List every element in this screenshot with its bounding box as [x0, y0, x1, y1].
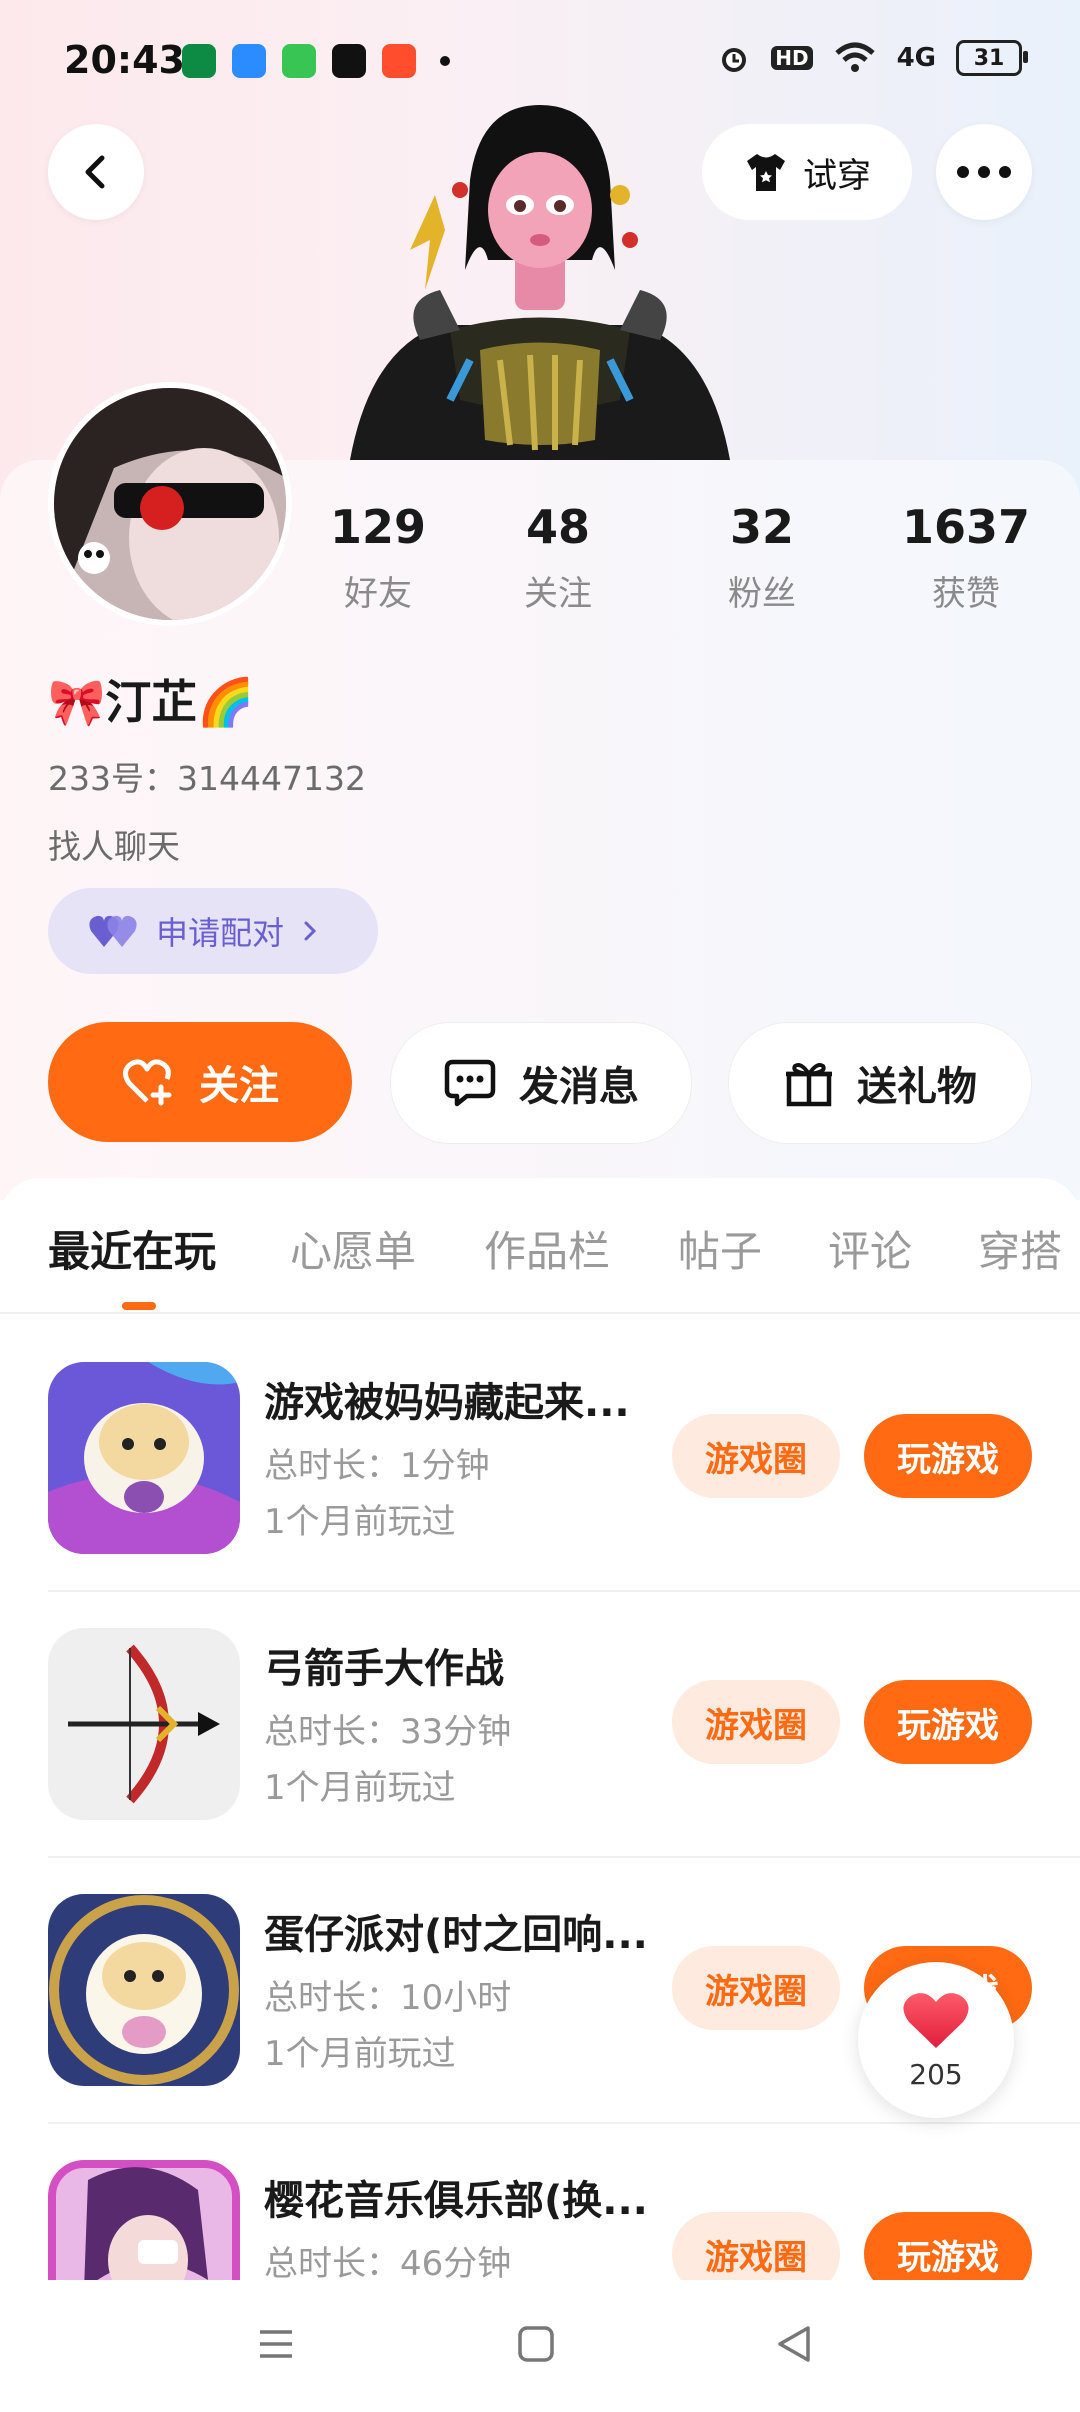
game-duration: 总时长：10小时 [264, 1978, 512, 2018]
like-count: 205 [909, 2057, 963, 2091]
system-back-button[interactable] [774, 2324, 814, 2368]
stat-fans-label: 粉丝 [728, 574, 796, 614]
row-divider [48, 1856, 1080, 1858]
send-message-label: 发消息 [519, 1064, 639, 1110]
play-game-button[interactable]: 玩游戏 [864, 1680, 1032, 1764]
stat-fans[interactable]: 32 粉丝 [682, 500, 842, 615]
wifi-icon [834, 42, 875, 72]
notification-icons [182, 44, 450, 78]
game-last-played: 1个月前玩过 [264, 1768, 456, 1808]
alarm-icon [722, 48, 747, 72]
send-gift-label: 送礼物 [857, 1064, 977, 1110]
stat-likes-label: 获赞 [932, 574, 1000, 614]
stat-following-value: 48 [525, 500, 590, 554]
game-title: 游戏被妈妈藏起来... [264, 1380, 630, 1426]
gift-icon [786, 1063, 832, 1107]
tab-divider [0, 1312, 1080, 1314]
oppo-app-icon [182, 44, 216, 78]
game-circle-button[interactable]: 游戏圈 [672, 2212, 840, 2280]
game-circle-button[interactable]: 游戏圈 [672, 1680, 840, 1764]
heart-icon [903, 1992, 969, 2048]
profile-tabs: 最近在玩 心愿单 作品栏 帖子 评论 穿搭 [0, 1218, 1080, 1308]
chevron-left-icon [85, 155, 105, 189]
heart-plus-icon [123, 1059, 172, 1106]
send-gift-button[interactable]: 送礼物 [728, 1022, 1032, 1144]
game-title: 弓箭手大作战 [264, 1646, 504, 1692]
double-heart-icon [89, 915, 137, 947]
game-circle-button[interactable]: 游戏圈 [672, 1946, 840, 2030]
stat-likes[interactable]: 1637 获赞 [886, 500, 1046, 615]
status-time: 20:43 [64, 38, 185, 82]
game-icon-sakura-music-club [48, 2160, 240, 2280]
follow-label: 关注 [199, 1063, 279, 1109]
game-duration: 总时长：33分钟 [264, 1712, 512, 1752]
try-on-label: 试穿 [803, 155, 871, 196]
user-avatar[interactable] [48, 382, 292, 626]
request-pair-label: 申请配对 [156, 914, 285, 952]
tab-recently-played[interactable]: 最近在玩 [48, 1218, 216, 1279]
network-4g-icon: 4G [896, 43, 936, 73]
active-tab-indicator [122, 1302, 156, 1310]
battery-level: 31 [973, 45, 1005, 71]
play-game-button[interactable]: 玩游戏 [864, 2212, 1032, 2280]
system-navigation-bar [0, 2280, 1080, 2412]
game-icon-eggy-party [48, 1894, 240, 2086]
more-options-button[interactable] [936, 124, 1032, 220]
row-divider [48, 1590, 1080, 1592]
follow-button[interactable]: 关注 [48, 1022, 352, 1142]
capcut-app-icon [332, 44, 366, 78]
browser-app-icon [232, 44, 266, 78]
game-last-played: 1个月前玩过 [264, 1502, 456, 1542]
stat-fans-value: 32 [729, 500, 794, 554]
floating-like-button[interactable]: 205 [858, 1962, 1014, 2118]
send-message-button[interactable]: 发消息 [390, 1022, 692, 1144]
game-icon-archer [48, 1628, 240, 1820]
stat-following-label: 关注 [524, 574, 592, 614]
chevron-right-icon [304, 921, 317, 941]
game-title: 樱花音乐俱乐部(换... [264, 2178, 648, 2224]
back-triangle-icon [778, 2326, 810, 2362]
home-button[interactable] [516, 2324, 556, 2368]
game-row[interactable]: 游戏被妈妈藏起来... 总时长：1分钟 1个月前玩过 游戏圈 玩游戏 [0, 1362, 1080, 1628]
profile-id[interactable]: 233号：314447132 [48, 752, 366, 800]
chat-bubble-icon [444, 1059, 496, 1107]
game-row[interactable]: 弓箭手大作战 总时长：33分钟 1个月前玩过 游戏圈 玩游戏 [0, 1628, 1080, 1894]
stat-friends[interactable]: 129 好友 [298, 500, 458, 615]
avatar-photo [54, 388, 286, 620]
stat-following[interactable]: 48 关注 [478, 500, 638, 615]
video-app-icon [382, 44, 416, 78]
stat-likes-value: 1637 [901, 500, 1031, 554]
system-icons: HD 4G 31 [717, 40, 1028, 76]
more-dots-icon [957, 166, 1011, 178]
play-game-button[interactable]: 玩游戏 [864, 1414, 1032, 1498]
row-divider [48, 2122, 1080, 2124]
back-button[interactable] [48, 124, 144, 220]
game-icon-hide-and-seek [48, 1362, 240, 1554]
tab-posts[interactable]: 帖子 [678, 1218, 762, 1279]
stat-friends-value: 129 [329, 500, 427, 554]
game-duration: 总时长：46分钟 [264, 2244, 512, 2280]
tab-wishlist[interactable]: 心愿单 [290, 1218, 416, 1279]
tab-comments[interactable]: 评论 [828, 1218, 912, 1279]
character-avatar-illustration [350, 105, 730, 460]
store-app-icon [282, 44, 316, 78]
tab-outfits[interactable]: 穿搭 [978, 1218, 1062, 1279]
game-title: 蛋仔派对(时之回响... [264, 1912, 648, 1958]
profile-name: 🎀汀芷🌈 [48, 675, 255, 729]
tab-works[interactable]: 作品栏 [484, 1218, 610, 1279]
profile-bio: 找人聊天 [48, 827, 180, 866]
request-pair-button[interactable]: 申请配对 [48, 888, 378, 974]
home-square-icon [518, 2326, 554, 2362]
battery-icon: 31 [956, 40, 1028, 76]
game-row[interactable]: 樱花音乐俱乐部(换... 总时长：46分钟 游戏圈 玩游戏 [0, 2160, 1080, 2280]
hd-icon: HD [771, 46, 813, 70]
recent-apps-button[interactable] [256, 2324, 296, 2368]
more-notifications-dot-icon [440, 56, 450, 66]
menu-lines-icon [260, 2330, 292, 2358]
stat-friends-label: 好友 [344, 574, 412, 614]
game-last-played: 1个月前玩过 [264, 2034, 456, 2074]
game-circle-button[interactable]: 游戏圈 [672, 1414, 840, 1498]
game-duration: 总时长：1分钟 [264, 1446, 490, 1486]
